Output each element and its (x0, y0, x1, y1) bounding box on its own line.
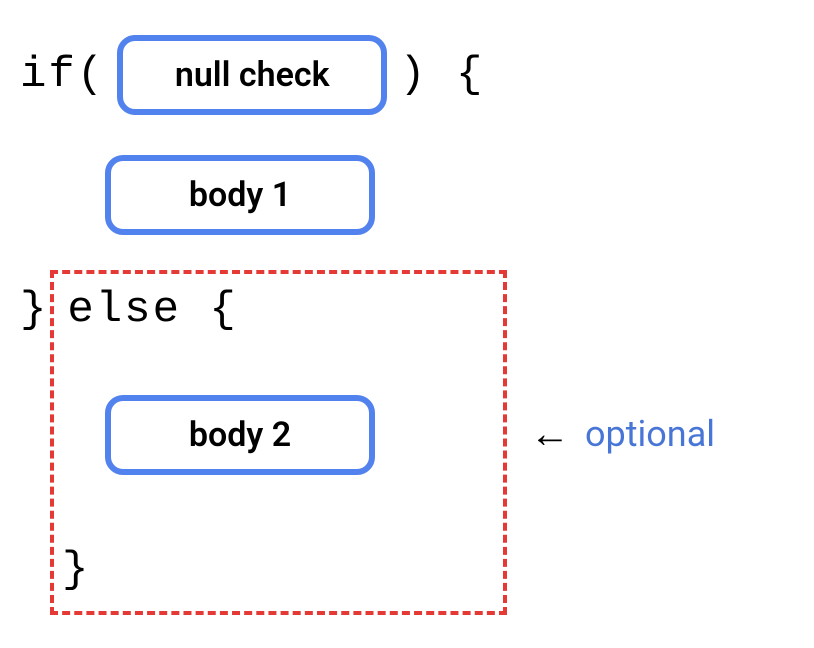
body1-pill: body 1 (105, 155, 375, 235)
final-close-brace: } (62, 545, 90, 595)
null-check-pill: null check (117, 35, 387, 115)
arrow-left-icon: ← (530, 410, 570, 457)
close-paren-open-brace: ) { (399, 50, 484, 100)
close-brace-before-else: } (20, 285, 48, 335)
optional-annotation: ← optional (530, 410, 715, 457)
optional-label: optional (585, 413, 715, 455)
if-keyword: if( (20, 50, 105, 100)
body2-pill: body 2 (105, 395, 375, 475)
